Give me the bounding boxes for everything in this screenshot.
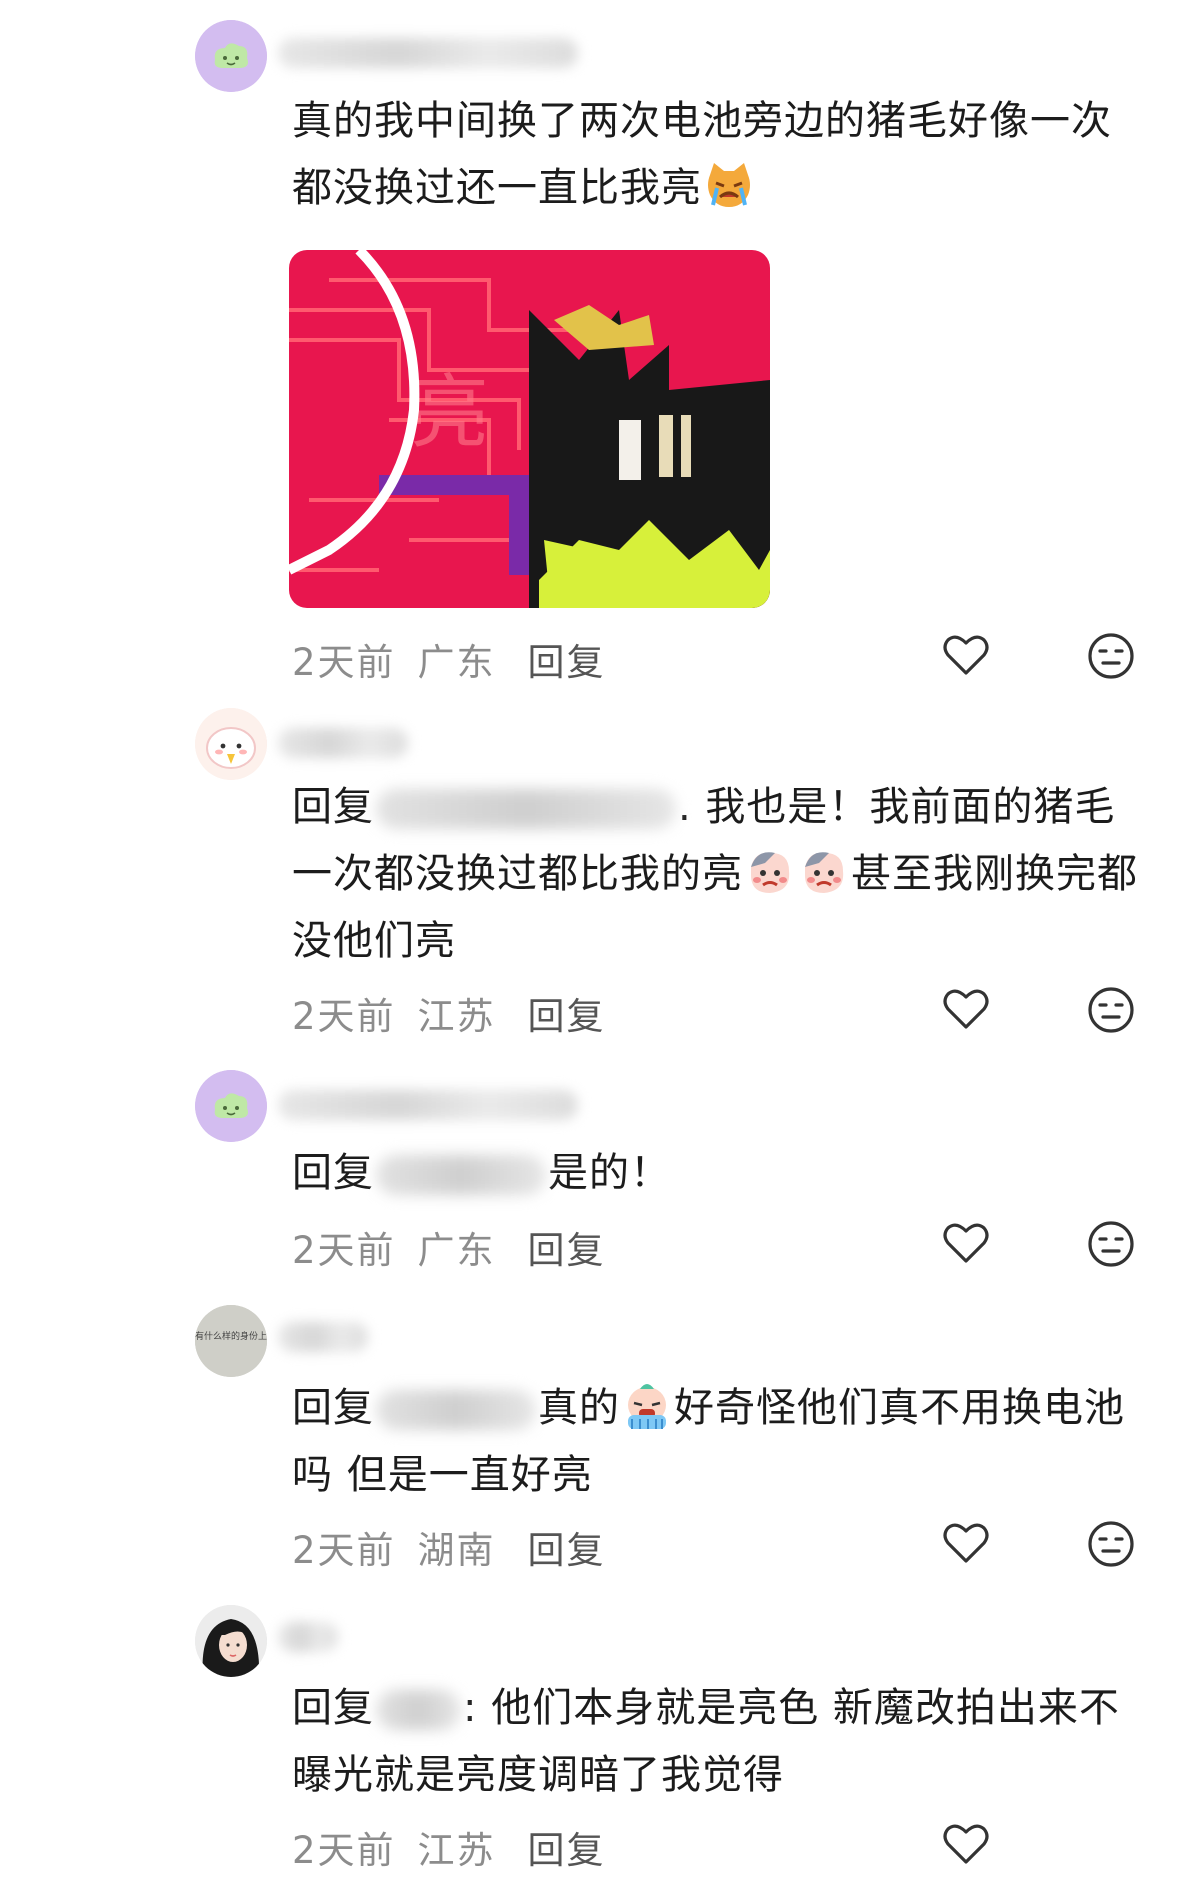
comment-meta: 2天前 湖南 回复	[292, 1520, 628, 1574]
username[interactable]	[278, 1090, 578, 1120]
reply-prefix: 回复	[292, 1150, 374, 1196]
location: 广东	[417, 641, 496, 684]
reply-target-username[interactable]	[376, 1390, 536, 1430]
comment-text: 回复 是的！	[292, 1150, 671, 1196]
reply-target-username[interactable]	[376, 1690, 461, 1730]
avatar[interactable]: 拥有什么样的身份上岸	[195, 1305, 267, 1377]
username[interactable]	[278, 1322, 368, 1352]
comment-text: 回复. 我也是！我前面的猪毛一次都没换过都比我的亮 甚至我刚换完都没他们亮	[292, 784, 1138, 964]
location: 广东	[417, 1229, 496, 1272]
timestamp: 2天前	[292, 1829, 396, 1872]
reply-button[interactable]: 回复	[528, 1229, 606, 1272]
timestamp: 2天前	[292, 641, 396, 684]
comment-text: 真的我中间换了两次电池旁边的猪毛好像一次都没换过还一直比我亮	[292, 98, 1112, 211]
location: 湖南	[417, 1529, 496, 1572]
emoji-reaction-icon[interactable]	[1087, 1520, 1135, 1568]
avatar[interactable]	[195, 708, 267, 780]
crying-baby-emoji	[622, 1381, 672, 1431]
reply-button[interactable]: 回复	[528, 641, 606, 684]
reply-button[interactable]: 回复	[528, 1829, 606, 1872]
avatar[interactable]	[195, 1605, 267, 1677]
like-heart-icon[interactable]	[942, 1521, 990, 1565]
comment-meta: 2天前 广东 回复	[292, 1220, 628, 1274]
reply-prefix: 回复	[292, 1685, 374, 1731]
emoji-reaction-icon[interactable]	[1087, 1220, 1135, 1268]
like-heart-icon[interactable]	[942, 987, 990, 1031]
username[interactable]	[278, 728, 408, 758]
reply-prefix: 回复	[292, 784, 374, 830]
crying-face-emoji	[799, 847, 849, 897]
reply-button[interactable]: 回复	[528, 995, 606, 1038]
crying-face-emoji	[745, 847, 795, 897]
comment-thread: 真的我中间换了两次电池旁边的猪毛好像一次都没换过还一直比我亮 亮 2天前 广东 …	[0, 0, 1178, 1887]
like-heart-icon[interactable]	[942, 633, 990, 677]
comment-meta: 2天前 江苏 回复	[292, 986, 628, 1040]
avatar-text: 拥有什么样的身份上岸	[195, 1330, 267, 1342]
avatar[interactable]	[195, 1070, 267, 1142]
username[interactable]	[278, 1622, 338, 1652]
like-heart-icon[interactable]	[942, 1221, 990, 1265]
photo-glyph: 亮	[409, 366, 489, 459]
comment-text: 回复 真的 好奇怪他们真不用换电池吗 但是一直好亮	[292, 1375, 1142, 1509]
comment-meta: 2天前 广东 回复	[292, 632, 628, 686]
like-heart-icon[interactable]	[942, 1822, 990, 1866]
reply-button[interactable]: 回复	[528, 1529, 606, 1572]
comment-image[interactable]: 亮	[289, 250, 770, 608]
comment-text: 回复: 他们本身就是亮色 新魔改拍出来不曝光就是亮度调暗了我觉得	[292, 1685, 1120, 1798]
reply-target-username[interactable]	[376, 1155, 546, 1195]
location: 江苏	[417, 995, 496, 1038]
reply-prefix: 回复	[292, 1385, 374, 1431]
avatar[interactable]	[195, 20, 267, 92]
crying-cat-emoji	[704, 161, 754, 211]
comment-meta: 2天前 江苏 回复	[292, 1820, 628, 1874]
timestamp: 2天前	[292, 1529, 396, 1572]
location: 江苏	[417, 1829, 496, 1872]
emoji-reaction-icon[interactable]	[1087, 986, 1135, 1034]
timestamp: 2天前	[292, 995, 396, 1038]
username[interactable]	[278, 38, 578, 68]
timestamp: 2天前	[292, 1229, 396, 1272]
emoji-reaction-icon[interactable]	[1087, 632, 1135, 680]
reply-target-username[interactable]	[376, 789, 676, 829]
